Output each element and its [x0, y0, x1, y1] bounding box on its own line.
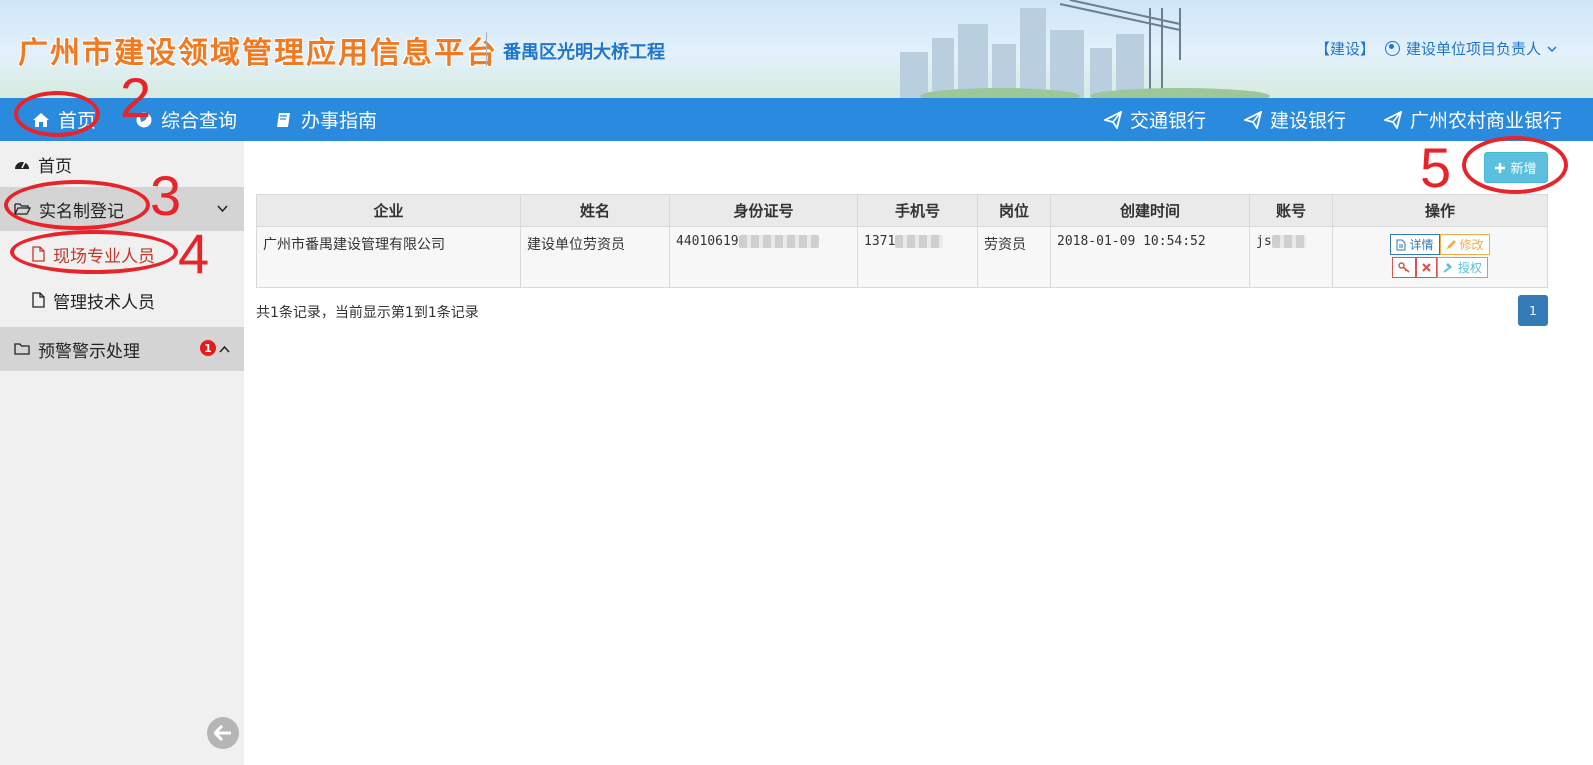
gavel-icon	[1443, 263, 1452, 273]
redacted-mask	[1271, 235, 1306, 248]
book-icon	[277, 112, 290, 127]
cell-position: 劳资员	[977, 226, 1051, 288]
top-navbar: 首页 综合查询 办事指南 交通银行 建设银行 广州农村商业银行	[0, 98, 1593, 141]
arrow-left-circle-icon	[214, 725, 231, 741]
nav-bank-grcb[interactable]: 广州农村商业银行	[1384, 98, 1562, 141]
cell-account: js	[1249, 226, 1333, 288]
user-name[interactable]: 建设单位项目负责人	[1406, 38, 1541, 59]
cell-id-number: 44010619	[669, 226, 858, 288]
nav-bank-bocom[interactable]: 交通银行	[1104, 98, 1206, 141]
annotation-number: 5	[1420, 136, 1452, 199]
sidebar-item-site-staff[interactable]: 现场专业人员	[0, 236, 244, 272]
globe-icon	[136, 112, 152, 127]
platform-title: 广州市建设领域管理应用信息平台	[18, 36, 498, 71]
user-circle-icon	[1384, 41, 1400, 56]
folder-icon	[14, 343, 30, 355]
table-header-row: 企业 姓名 身份证号 手机号 岗位 创建时间 账号 操作	[256, 194, 1548, 227]
sidebar-item-realname[interactable]: 实名制登记	[0, 187, 244, 231]
detail-button-label: 详情	[1409, 238, 1434, 252]
sidebar-item-label: 现场专业人员	[53, 246, 155, 267]
add-button[interactable]: 新增	[1484, 152, 1548, 183]
column-header[interactable]: 创建时间	[1050, 194, 1250, 227]
column-header[interactable]: 身份证号	[669, 194, 858, 227]
sidebar-item-label: 实名制登记	[39, 201, 124, 222]
file-icon	[32, 246, 45, 262]
sidebar-collapse-button[interactable]	[207, 717, 239, 749]
chevron-down-icon	[217, 205, 228, 213]
home-icon	[33, 112, 49, 127]
nav-guide-label: 办事指南	[301, 110, 378, 132]
delete-button[interactable]	[1415, 257, 1437, 278]
page-button[interactable]: 1	[1518, 295, 1548, 326]
key-icon	[1398, 262, 1410, 273]
personnel-table: 企业 姓名 身份证号 手机号 岗位 创建时间 账号 操作 广州市番禺建设管理有限…	[256, 194, 1548, 288]
sidebar-item-warning[interactable]: 预警警示处理 1	[0, 327, 244, 371]
phone-visible: 1371	[864, 234, 896, 249]
reset-password-button[interactable]	[1391, 257, 1416, 278]
chevron-up-icon	[219, 345, 230, 353]
sidebar: 首页 实名制登记 现场专业人员 管理技术人员 预警警示处理 1	[0, 141, 244, 765]
detail-button[interactable]: 详情	[1390, 234, 1440, 255]
nav-home-label: 首页	[58, 110, 97, 132]
cell-name: 建设单位劳资员	[520, 226, 670, 288]
nav-query[interactable]: 综合查询	[135, 98, 237, 141]
sidebar-item-label: 预警警示处理	[38, 341, 140, 362]
title-divider	[486, 32, 487, 66]
nav-bank-ccb[interactable]: 建设银行	[1244, 98, 1346, 141]
redacted-mask	[738, 235, 819, 248]
nav-bank-grcb-label: 广州农村商业银行	[1410, 110, 1563, 132]
header-banner: 广州市建设领域管理应用信息平台 番禺区光明大桥工程 【建设】 建设单位项目负责人	[0, 0, 1593, 98]
column-header[interactable]: 企业	[256, 194, 521, 227]
table-row[interactable]: 广州市番禺建设管理有限公司 建设单位劳资员 44010619 1371 劳资员 …	[256, 226, 1548, 288]
cell-created: 2018-01-09 10:54:52	[1050, 226, 1250, 288]
nav-bank-bocom-label: 交通银行	[1130, 110, 1207, 132]
paper-plane-icon	[1104, 110, 1122, 129]
sidebar-item-label: 管理技术人员	[53, 292, 155, 313]
dashboard-icon	[15, 161, 29, 169]
column-header[interactable]: 岗位	[977, 194, 1051, 227]
user-menu[interactable]: 【建设】 建设单位项目负责人	[1315, 38, 1557, 59]
sidebar-item-mgmt-staff[interactable]: 管理技术人员	[0, 282, 244, 318]
file-text-icon	[1396, 239, 1406, 250]
role-tag: 【建设】	[1314, 40, 1375, 58]
paper-plane-icon	[1244, 110, 1262, 129]
pagination-info: 共1条记录，当前显示第1到1条记录	[256, 305, 479, 321]
sidebar-item-label: 首页	[38, 156, 72, 177]
warning-count-badge: 1	[200, 340, 216, 356]
project-name: 番禺区光明大桥工程	[503, 42, 665, 63]
nav-query-label: 综合查询	[161, 110, 238, 132]
folder-open-icon	[14, 203, 31, 215]
sidebar-item-home[interactable]: 首页	[0, 149, 244, 179]
column-header[interactable]: 手机号	[857, 194, 978, 227]
nav-home[interactable]: 首页	[32, 98, 96, 141]
nav-bank-ccb-label: 建设银行	[1270, 110, 1347, 132]
file-icon	[32, 292, 45, 308]
pencil-icon	[1446, 240, 1456, 249]
add-button-label: 新增	[1510, 162, 1537, 177]
paper-plane-icon	[1384, 110, 1402, 129]
account-visible: js	[1256, 234, 1272, 249]
column-header[interactable]: 姓名	[520, 194, 670, 227]
column-header[interactable]: 账号	[1249, 194, 1333, 227]
plus-icon	[1495, 162, 1506, 173]
edit-button-label: 修改	[1459, 238, 1484, 252]
authorize-button[interactable]: 授权	[1436, 257, 1488, 278]
close-icon	[1422, 263, 1431, 272]
chevron-down-icon	[1547, 45, 1557, 52]
cell-company: 广州市番禺建设管理有限公司	[256, 226, 521, 288]
redacted-mask	[895, 235, 944, 248]
cell-phone: 1371	[857, 226, 978, 288]
id-number-visible: 44010619	[676, 234, 739, 249]
nav-guide[interactable]: 办事指南	[275, 98, 377, 141]
edit-button[interactable]: 修改	[1439, 234, 1490, 255]
cell-actions: 详情 修改 授权	[1332, 226, 1548, 288]
column-header: 操作	[1332, 194, 1548, 227]
authorize-button-label: 授权	[1457, 261, 1482, 275]
